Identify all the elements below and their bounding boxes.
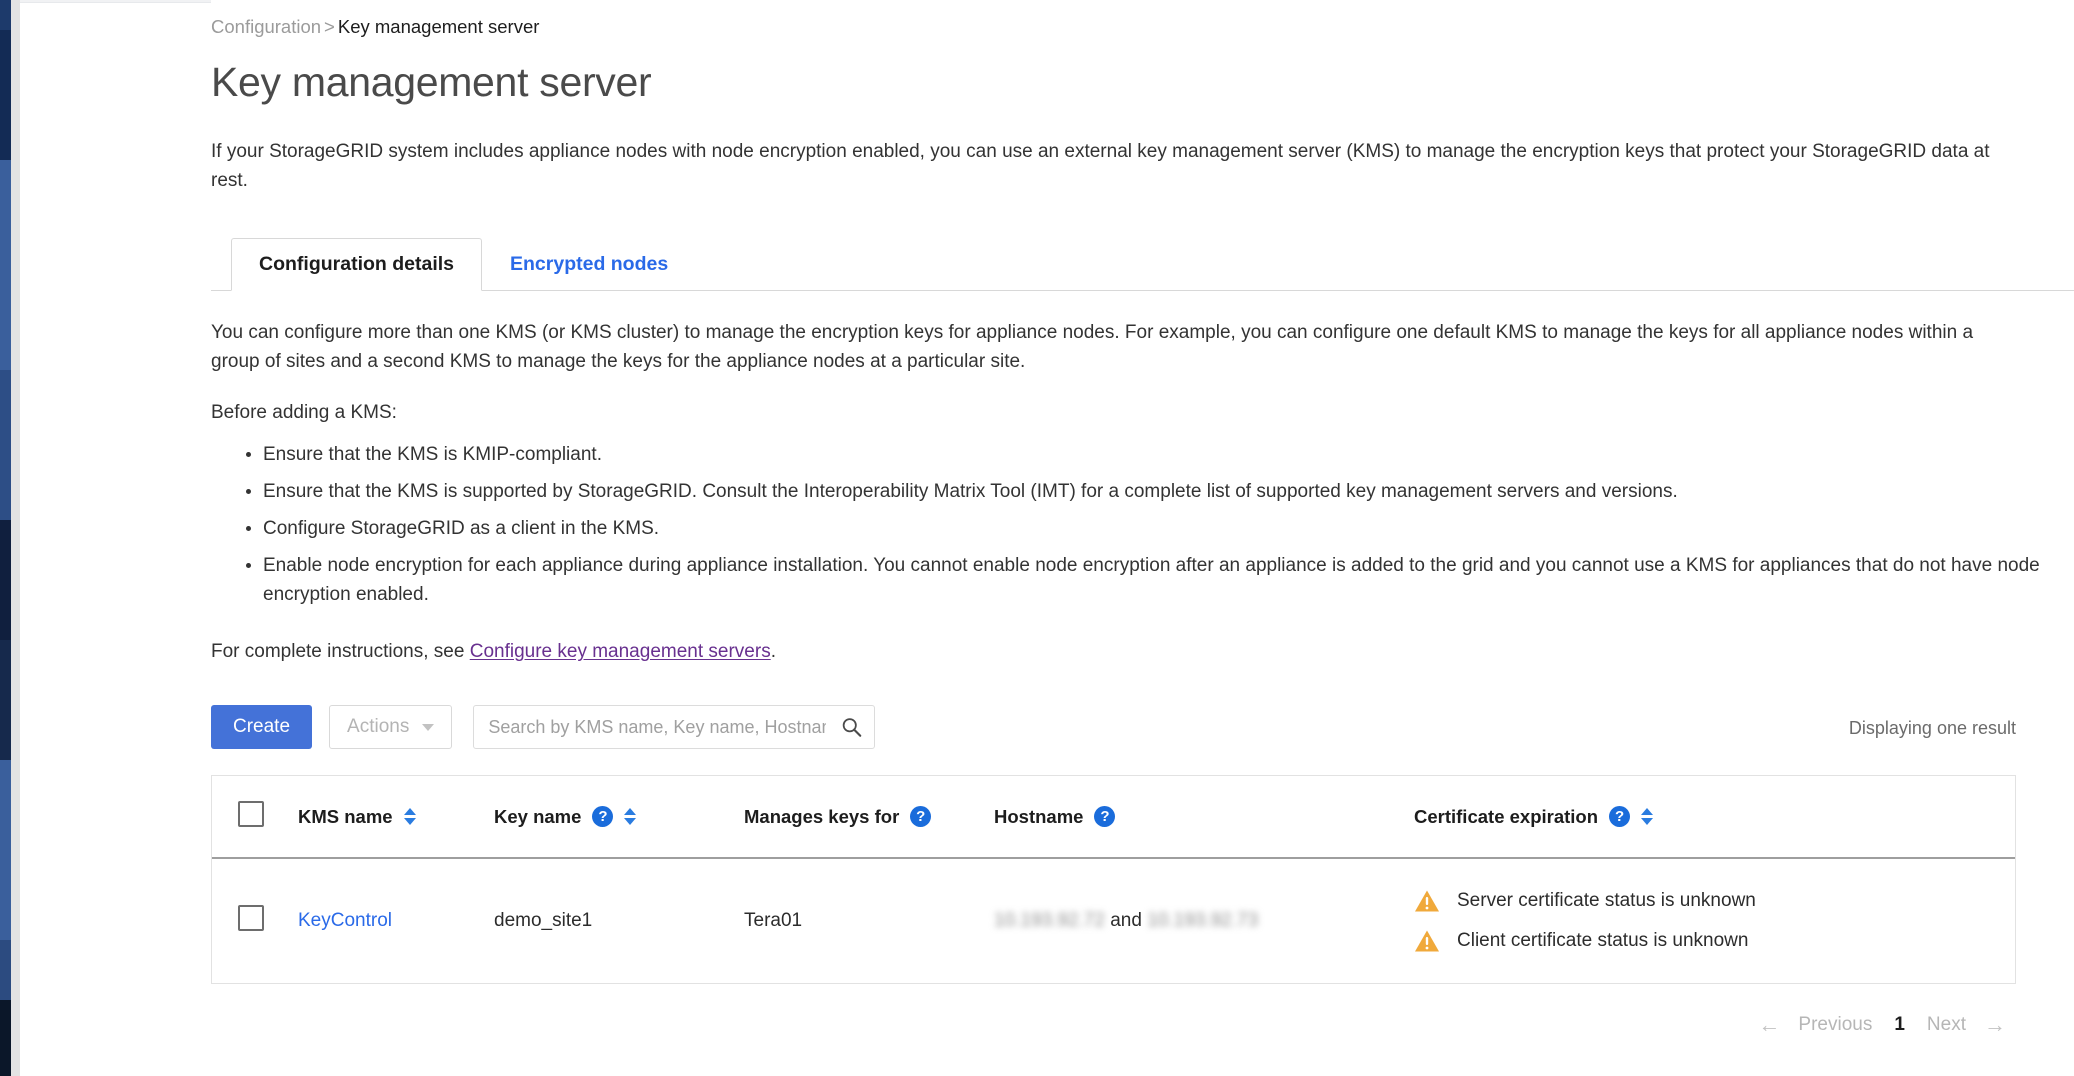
hostname-secondary: 10.193.92.73	[1147, 910, 1258, 932]
breadcrumb-current: Key management server	[338, 16, 540, 37]
warning-icon	[1414, 929, 1440, 953]
configure-kms-doc-link[interactable]: Configure key management servers	[470, 641, 771, 662]
pagination: ← Previous 1 Next →	[211, 1012, 2016, 1038]
cell-certificate-expiration: Server certificate status is unknown Cli…	[1414, 858, 2015, 983]
kms-name-link[interactable]: KeyControl	[298, 910, 392, 931]
nav-rail-segment	[0, 760, 11, 940]
help-icon[interactable]: ?	[1609, 806, 1630, 827]
client-certificate-status: Client certificate status is unknown	[1414, 929, 2015, 953]
row-checkbox[interactable]	[238, 905, 264, 931]
warning-icon	[1414, 889, 1440, 913]
instructions-suffix: .	[771, 641, 776, 662]
certificate-status-text: Client certificate status is unknown	[1457, 930, 1748, 952]
page-intro-text: If your StorageGRID system includes appl…	[211, 138, 2021, 196]
nav-rail-segment	[0, 1000, 11, 1076]
breadcrumb-separator: >	[321, 16, 338, 37]
certificate-status-text: Server certificate status is unknown	[1457, 890, 1756, 912]
list-item: Ensure that the KMS is KMIP-compliant.	[263, 440, 2053, 469]
column-label: Certificate expiration	[1414, 806, 1598, 828]
hostname-primary: 10.193.92.72	[994, 910, 1105, 932]
main-content: Configuration>Key management server Key …	[211, 0, 2074, 1076]
list-item: Ensure that the KMS is supported by Stor…	[263, 477, 2053, 506]
details-paragraph: You can configure more than one KMS (or …	[211, 318, 2011, 376]
column-header-key-name: Key name ?	[494, 776, 744, 858]
requirements-list: Ensure that the KMS is KMIP-compliant. E…	[211, 440, 2074, 609]
actions-dropdown-button[interactable]: Actions	[329, 705, 452, 749]
breadcrumb: Configuration>Key management server	[211, 14, 2074, 40]
select-all-header	[212, 776, 298, 858]
server-certificate-status: Server certificate status is unknown	[1414, 889, 2015, 913]
nav-rail-segment	[0, 370, 11, 520]
sort-toggle-certificate-expiration[interactable]	[1641, 808, 1653, 825]
hostname-conjunction: and	[1110, 910, 1142, 931]
column-header-hostname: Hostname ?	[994, 776, 1414, 858]
table-header-row: KMS name Key name ?	[212, 776, 2015, 858]
column-header-manages-keys-for: Manages keys for ?	[744, 776, 994, 858]
sort-toggle-key-name[interactable]	[624, 808, 636, 825]
help-icon[interactable]: ?	[592, 806, 613, 827]
select-all-checkbox[interactable]	[238, 801, 264, 827]
tab-encrypted-nodes[interactable]: Encrypted nodes	[482, 238, 696, 289]
page-number-1[interactable]: 1	[1890, 1014, 1909, 1036]
nav-rail-segment	[0, 0, 11, 30]
help-icon[interactable]: ?	[910, 806, 931, 827]
cell-key-name: demo_site1	[494, 858, 744, 983]
row-select-cell	[212, 858, 298, 983]
next-page-button[interactable]: Next	[1927, 1014, 1966, 1036]
help-icon[interactable]: ?	[1094, 806, 1115, 827]
instructions-prefix: For complete instructions, see	[211, 641, 470, 662]
actions-dropdown-label: Actions	[347, 716, 409, 738]
next-arrow-icon[interactable]: →	[1984, 1012, 2006, 1038]
previous-arrow-icon[interactable]: ←	[1758, 1012, 1780, 1038]
table-toolbar: Create Actions Displaying one result	[211, 703, 2074, 751]
create-button[interactable]: Create	[211, 705, 312, 749]
rail-gutter	[11, 0, 20, 1076]
nav-rail-segment	[0, 160, 11, 370]
cell-hostname: 10.193.92.72 and 10.193.92.73	[994, 858, 1414, 983]
tab-bar: Configuration details Encrypted nodes	[211, 237, 2074, 291]
chevron-down-icon	[422, 724, 434, 731]
column-header-certificate-expiration: Certificate expiration ?	[1414, 776, 2015, 858]
list-item: Configure StorageGRID as a client in the…	[263, 514, 2053, 543]
column-label: KMS name	[298, 806, 393, 828]
nav-rail-segment	[0, 30, 11, 160]
nav-rail-segment	[0, 640, 11, 760]
column-header-kms-name: KMS name	[298, 776, 494, 858]
instructions-line: For complete instructions, see Configure…	[211, 637, 2011, 666]
search-box	[473, 705, 875, 749]
before-adding-heading: Before adding a KMS:	[211, 398, 2011, 427]
column-label: Key name	[494, 806, 581, 828]
column-label: Manages keys for	[744, 806, 899, 828]
table-row: KeyControl demo_site1 Tera01 10.193.92.7…	[212, 858, 2015, 983]
tab-configuration-details[interactable]: Configuration details	[231, 238, 482, 290]
page-root: Configuration>Key management server Key …	[0, 0, 2074, 1076]
page-title: Key management server	[211, 60, 2074, 105]
result-count-label: Displaying one result	[1849, 718, 2016, 739]
left-nav-rail	[0, 0, 11, 1076]
search-input[interactable]	[473, 705, 875, 749]
breadcrumb-parent[interactable]: Configuration	[211, 16, 321, 37]
column-label: Hostname	[994, 806, 1083, 828]
nav-rail-segment	[0, 940, 11, 1000]
cell-kms-name: KeyControl	[298, 858, 494, 983]
nav-rail-segment	[0, 520, 11, 640]
sort-toggle-kms-name[interactable]	[404, 808, 416, 825]
kms-table: KMS name Key name ?	[211, 775, 2016, 984]
list-item: Enable node encryption for each applianc…	[263, 551, 2053, 609]
previous-page-button[interactable]: Previous	[1798, 1014, 1872, 1036]
cell-manages-keys-for: Tera01	[744, 858, 994, 983]
